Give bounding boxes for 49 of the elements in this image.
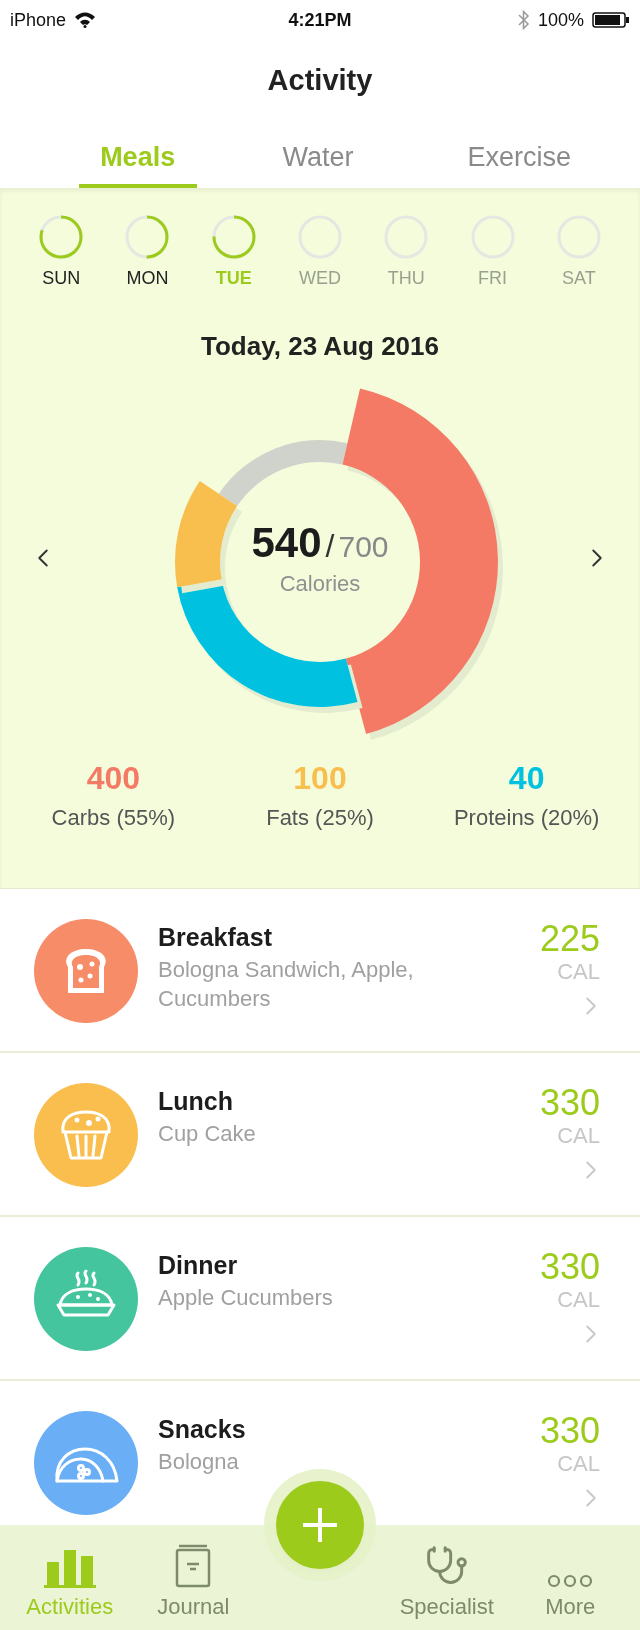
calories-eaten: 540 <box>251 519 322 567</box>
macro-label: Fats (25%) <box>266 805 374 831</box>
meal-name: Dinner <box>158 1251 239 1280</box>
progress-ring[interactable] <box>38 214 85 260</box>
macro-value: 100 <box>293 760 347 797</box>
progress-ring[interactable] <box>124 214 171 260</box>
meal-items: Bologna Sandwich, Apple, Cucumbers <box>158 956 415 1013</box>
meal-calories: 330 <box>539 1083 600 1123</box>
calories-separator: / <box>325 528 335 565</box>
screen-title: Activity <box>267 63 373 97</box>
nav-item[interactable]: Activities <box>8 1525 132 1630</box>
meal-items: Cup Cake <box>158 1120 257 1148</box>
meal-items: Apple Cucumbers <box>158 1284 334 1312</box>
day-label[interactable]: TUE <box>215 268 252 289</box>
macro-label: Carbs (55%) <box>51 805 176 831</box>
status-time: 4:21PM <box>288 9 352 31</box>
battery-percentage: 100% <box>537 9 584 31</box>
tab[interactable]: Exercise <box>439 120 600 188</box>
macro-label: Proteins (20%) <box>453 805 600 831</box>
meal-name: Lunch <box>158 1087 234 1116</box>
book-icon <box>175 1544 212 1588</box>
calorie-unit: CAL <box>557 1122 600 1149</box>
calories-label: Calories <box>279 571 361 597</box>
meal-calories: 330 <box>539 1411 600 1451</box>
meal-calories: 330 <box>539 1247 600 1287</box>
calorie-unit: CAL <box>557 1286 600 1313</box>
meal-name: Breakfast <box>158 923 273 952</box>
nav-item[interactable]: Journal <box>131 1525 255 1630</box>
more-icon <box>547 1574 594 1588</box>
progress-ring[interactable] <box>210 214 257 260</box>
calories-goal: 700 <box>338 530 389 564</box>
meal-name: Snacks <box>158 1415 247 1444</box>
wifi-icon <box>74 12 97 28</box>
battery-icon <box>592 12 630 28</box>
plus-icon <box>300 1505 340 1545</box>
bluetooth-icon <box>517 9 530 31</box>
date-heading: Today, 23 Aug 2016 <box>200 331 440 362</box>
nav-item[interactable]: Specialist <box>385 1525 509 1630</box>
calorie-unit: CAL <box>557 958 600 985</box>
calorie-unit: CAL <box>557 1450 600 1477</box>
macro-value: 40 <box>508 760 545 797</box>
day-label[interactable]: MON <box>126 268 169 289</box>
meal-items: Bologna <box>158 1448 240 1476</box>
meal-calories: 225 <box>539 919 600 959</box>
tab[interactable]: Water <box>238 120 398 188</box>
nav-item[interactable]: More <box>508 1525 632 1630</box>
macro-value: 400 <box>86 760 140 797</box>
carrier-name: iPhone <box>10 9 67 31</box>
day-label[interactable]: SUN <box>42 268 81 289</box>
